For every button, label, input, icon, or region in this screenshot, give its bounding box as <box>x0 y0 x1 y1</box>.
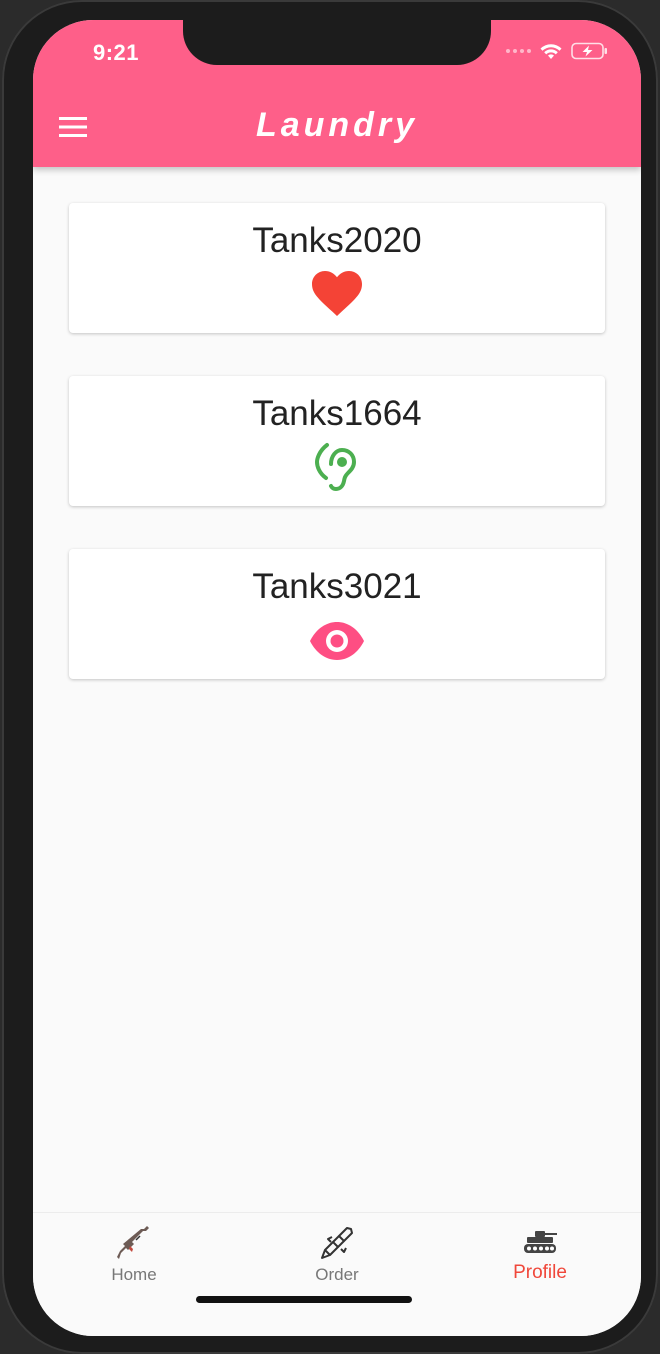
nav-item-home[interactable]: Home <box>33 1213 235 1303</box>
rifle-icon <box>117 1226 149 1259</box>
tank-icon <box>524 1231 557 1253</box>
nav-label-profile: Profile <box>513 1262 567 1283</box>
tank-card-tanks2020[interactable]: Tanks2020 <box>69 203 605 333</box>
signal-dots-icon <box>506 49 531 53</box>
tank-card-tanks3021[interactable]: Tanks3021 <box>69 549 605 679</box>
device-notch <box>183 20 491 65</box>
nav-item-profile[interactable]: Profile <box>439 1213 641 1303</box>
wifi-icon <box>540 44 562 59</box>
heart-icon <box>312 271 362 316</box>
app-title: Laundry <box>255 106 419 144</box>
bottom-navigation: Home Order Profile <box>33 1212 641 1336</box>
home-indicator <box>196 1296 412 1303</box>
eye-icon <box>310 622 364 660</box>
card-title: Tanks1664 <box>252 394 422 433</box>
nav-label-home: Home <box>111 1265 157 1284</box>
nav-item-order[interactable]: Order <box>236 1213 438 1303</box>
status-time: 9:21 <box>93 40 140 65</box>
tank-card-tanks1664[interactable]: Tanks1664 <box>69 376 605 506</box>
status-icons <box>506 42 609 60</box>
rocket-icon <box>321 1227 353 1259</box>
device-frame: Laundry 9:21 Tanks2020 Tanks1664 Tanks30… <box>2 0 658 1354</box>
nav-label-order: Order <box>315 1265 359 1284</box>
hearing-icon <box>314 443 357 492</box>
app-screen: Laundry 9:21 Tanks2020 Tanks1664 Tanks30… <box>33 20 641 1336</box>
card-title: Tanks3021 <box>252 567 422 606</box>
card-title: Tanks2020 <box>252 221 422 260</box>
battery-charging-icon <box>571 42 607 60</box>
